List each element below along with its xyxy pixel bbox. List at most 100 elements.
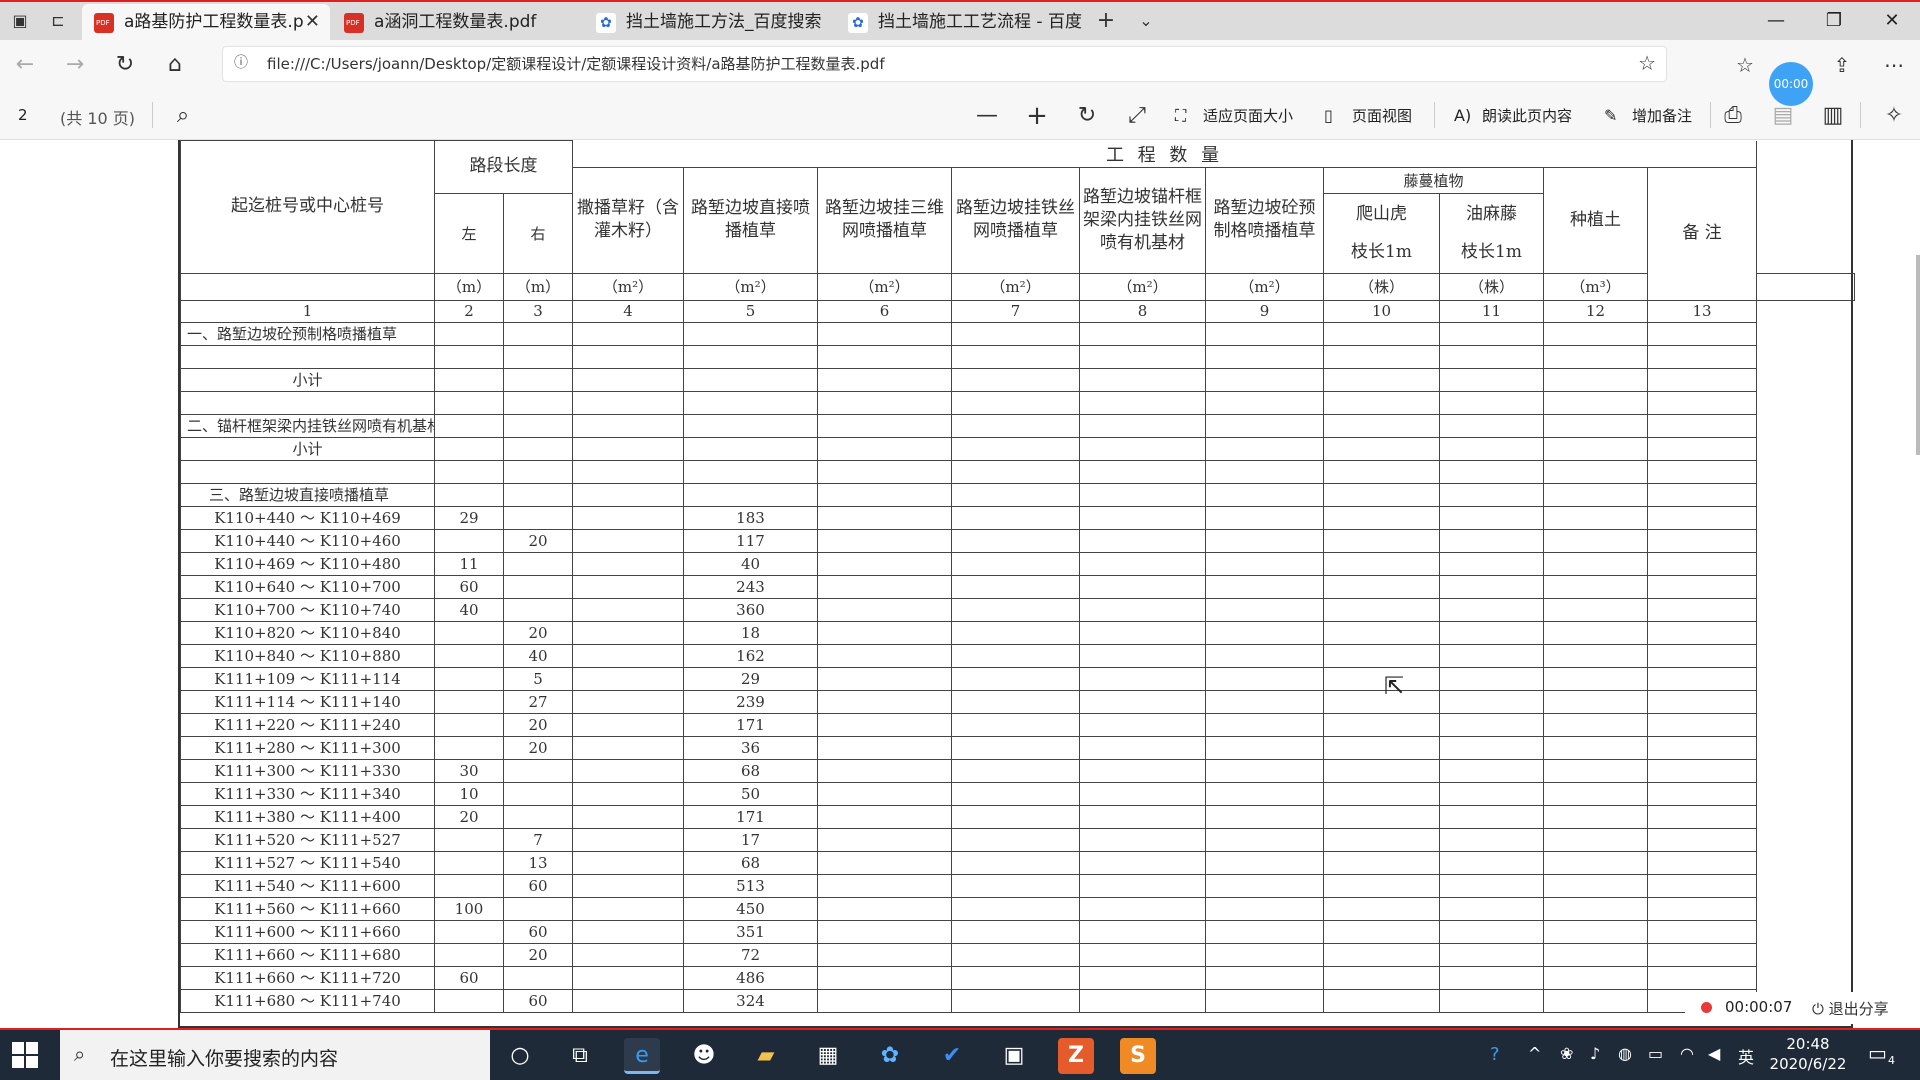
forward-icon[interactable]: → — [60, 50, 90, 80]
section-title: 一、路堑边坡砼预制格喷播植草 — [180, 321, 435, 346]
tab-actions-icon[interactable]: ▣ — [8, 10, 32, 32]
left-length-cell — [434, 942, 504, 967]
header-station: 起迄桩号或中心桩号 — [180, 140, 435, 274]
share-icon[interactable]: ⇪ — [1827, 50, 1857, 80]
print-icon[interactable]: ⎙ — [1718, 102, 1748, 130]
toolbar-divider — [1434, 102, 1435, 128]
minimize-icon[interactable]: — — [1756, 6, 1796, 36]
direct-seeding-cell: 183 — [683, 505, 818, 530]
more-icon[interactable]: ⋯ — [1879, 50, 1909, 80]
close-tab-icon[interactable]: ✕ — [305, 4, 320, 40]
app-tray-icon[interactable]: ❀ — [1560, 1044, 1573, 1063]
table-row: K111+527 ～ K111+540 13 68 — [180, 850, 1855, 875]
left-length-cell — [434, 620, 504, 645]
pdf-viewport[interactable]: 起迄桩号或中心桩号 路段长度 工 程 数 量 撒播草籽（含灌木籽） 路堑边坡直接… — [0, 140, 1920, 1028]
direct-seeding-cell: 18 — [683, 620, 818, 645]
direct-seeding-cell: 486 — [683, 965, 818, 990]
save-icon[interactable]: ▤ — [1768, 102, 1798, 130]
battery-icon[interactable]: ▭ — [1648, 1044, 1663, 1063]
search-icon: ⌕ — [74, 1042, 86, 1066]
vpn-icon[interactable]: ◍ — [1618, 1044, 1632, 1063]
windows-start-icon[interactable] — [12, 1042, 38, 1068]
filezilla-icon[interactable]: Z — [1058, 1038, 1094, 1074]
right-length-cell — [503, 505, 573, 530]
exit-share-button[interactable]: ⏻ 退出分享 — [1812, 998, 1889, 1019]
right-length-cell: 5 — [503, 666, 573, 691]
tab-list-chevron-icon[interactable]: ⌄ — [1134, 10, 1158, 32]
header-quantity: 工 程 数 量 — [571, 140, 1758, 168]
search-icon[interactable]: ⌕ — [168, 102, 198, 130]
station-cell: K111+527 ～ K111+540 — [180, 850, 435, 875]
refresh-icon[interactable]: ↻ — [110, 50, 140, 80]
left-length-cell: 30 — [434, 758, 504, 783]
wifi-icon[interactable]: ◠ — [1680, 1044, 1694, 1063]
back-icon[interactable]: ← — [10, 50, 40, 80]
pin-toolbar-icon[interactable]: ✧ — [1879, 102, 1909, 130]
direct-seeding-cell: 117 — [683, 528, 818, 553]
home-icon[interactable]: ⌂ — [160, 50, 190, 80]
help-icon[interactable]: ? — [1490, 1044, 1500, 1065]
table-row: K111+560 ～ K111+660 100 450 — [180, 896, 1855, 921]
mic-icon[interactable]: ♪ — [1590, 1044, 1600, 1063]
baidu-netdisk-icon[interactable]: ✿ — [872, 1038, 908, 1074]
fullscreen-icon[interactable]: ⤢ — [1122, 102, 1152, 130]
cortana-icon[interactable]: ○ — [502, 1038, 538, 1074]
left-length-cell: 10 — [434, 781, 504, 806]
station-cell: K111+280 ～ K111+300 — [180, 735, 435, 760]
favorite-star-icon[interactable]: ☆ — [1638, 51, 1656, 75]
toolbar-divider — [152, 102, 153, 128]
file-explorer-icon[interactable]: ▰ — [748, 1038, 784, 1074]
scrollbar-thumb[interactable] — [1916, 255, 1920, 455]
info-icon[interactable]: ⓘ — [231, 53, 251, 73]
new-tab-icon[interactable]: + — [1094, 10, 1118, 32]
page-view-button[interactable]: ▯ 页面视图 — [1324, 102, 1412, 130]
header-col11: 油麻藤 枝长1m — [1439, 192, 1544, 274]
tab-2[interactable]: a涵洞工程数量表.pdf — [332, 4, 582, 42]
set-aside-tabs-icon[interactable]: ⊏ — [46, 10, 70, 32]
station-cell: K110+820 ～ K110+840 — [180, 620, 435, 645]
taskbar-search[interactable]: ⌕ 在这里输入你要搜索的内容 — [60, 1030, 490, 1080]
clock[interactable]: 20:48 2020/6/22 — [1768, 1034, 1848, 1074]
ime-indicator[interactable]: 英 — [1738, 1044, 1754, 1068]
tab-3[interactable]: ✿ 挡土墙施工方法_百度搜索 — [584, 4, 834, 42]
right-length-cell — [503, 597, 573, 622]
task-view-icon[interactable]: ⧉ — [562, 1038, 598, 1074]
save-as-icon[interactable]: ▥ — [1818, 102, 1848, 130]
url-field[interactable]: ⓘ file:///C:/Users/joann/Desktop/定额课程设计/… — [222, 46, 1667, 82]
page-number-input[interactable]: 2 — [18, 106, 28, 124]
sublime-icon[interactable]: S — [1120, 1038, 1156, 1074]
left-length-cell: 60 — [434, 574, 504, 599]
close-window-icon[interactable]: ✕ — [1872, 6, 1912, 36]
table-row: K110+640 ～ K110+700 60 243 — [180, 574, 1855, 599]
right-length-cell: 7 — [503, 827, 573, 852]
notifications-icon[interactable]: ▭ — [1868, 1041, 1887, 1065]
tab-4[interactable]: ✿ 挡土墙施工工艺流程 - 百度 — [836, 4, 1082, 42]
table-row: K110+840 ～ K110+880 40 162 — [180, 643, 1855, 668]
read-aloud-button[interactable]: A) 朗读此页内容 — [1454, 102, 1572, 130]
show-hidden-icons[interactable]: ^ — [1528, 1044, 1541, 1063]
timer-badge[interactable]: 00:00 — [1769, 62, 1813, 106]
direct-seeding-cell: 36 — [683, 735, 818, 760]
station-cell: K111+680 ～ K111+740 — [180, 988, 435, 1013]
fit-page-button[interactable]: ⛶ 适应页面大小 — [1175, 102, 1293, 130]
qq-icon[interactable]: ☻ — [686, 1038, 722, 1074]
rotate-icon[interactable]: ↻ — [1072, 102, 1102, 130]
table-row: K111+300 ～ K111+330 30 68 — [180, 758, 1855, 783]
screen-app-icon[interactable]: ▣ — [996, 1038, 1032, 1074]
volume-icon[interactable]: ◀ — [1708, 1044, 1720, 1063]
restore-icon[interactable]: ❐ — [1814, 6, 1854, 36]
store-icon[interactable]: ▦ — [810, 1038, 846, 1074]
left-length-cell — [434, 643, 504, 668]
zoom-out-icon[interactable]: — — [972, 102, 1002, 130]
direct-seeding-cell: 162 — [683, 643, 818, 668]
station-cell: K111+220 ～ K111+240 — [180, 712, 435, 737]
todo-icon[interactable]: ✔ — [934, 1038, 970, 1074]
edge-icon[interactable]: e — [624, 1038, 660, 1074]
quantity-table: 起迄桩号或中心桩号 路段长度 工 程 数 量 撒播草籽（含灌木籽） 路堑边坡直接… — [180, 140, 1855, 1013]
add-note-button[interactable]: ✎ 增加备注 — [1604, 102, 1692, 130]
header-col13: 备 注 — [1646, 166, 1758, 301]
favorites-icon[interactable]: ☆ — [1730, 50, 1760, 80]
left-length-cell — [434, 712, 504, 737]
zoom-in-icon[interactable]: + — [1022, 102, 1052, 130]
tab-1[interactable]: a路基防护工程数量表.p ✕ — [82, 4, 330, 42]
